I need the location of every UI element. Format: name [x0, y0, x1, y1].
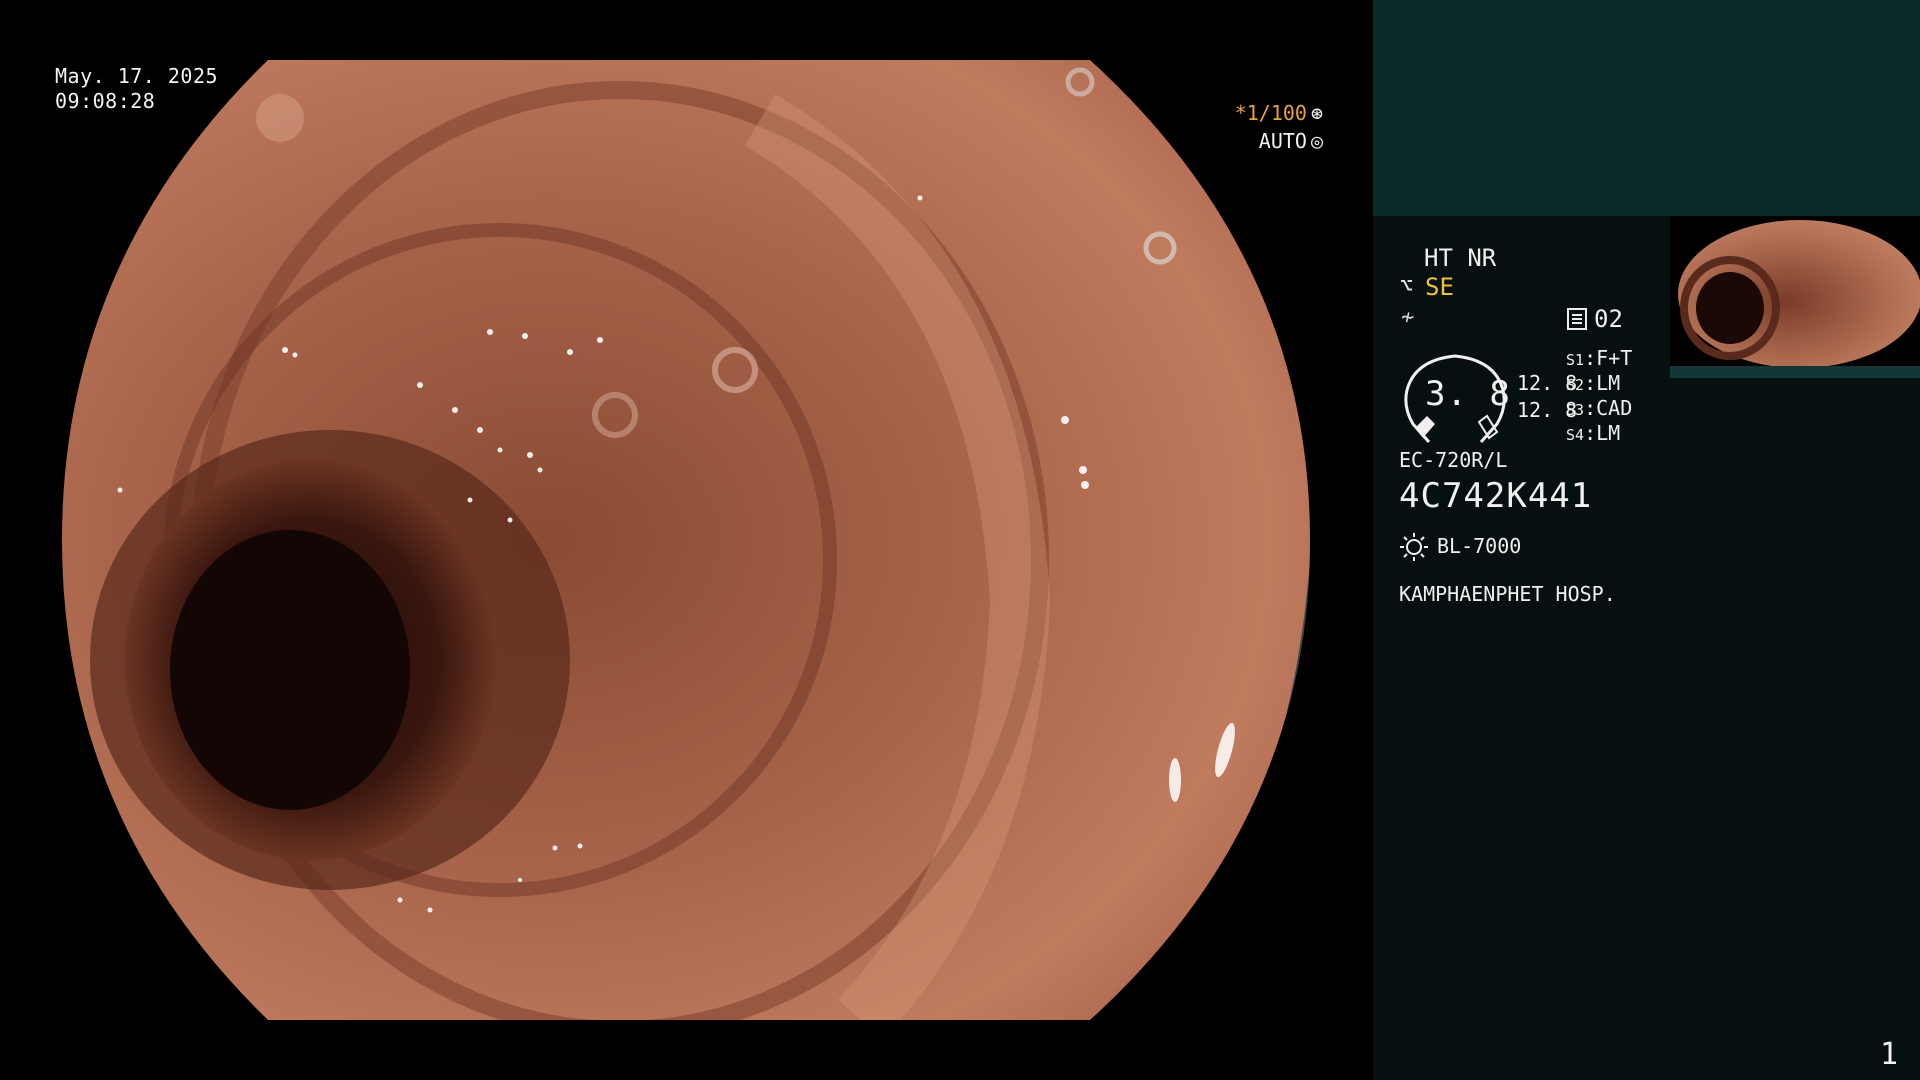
switch-row: S3:CAD — [1566, 396, 1633, 420]
page-number: 1 — [1879, 1037, 1898, 1072]
switch-row: S1:F+T — [1566, 346, 1633, 370]
light-source-icon — [1400, 533, 1428, 561]
switch-row: S4:LM — [1566, 421, 1621, 445]
aperture-icon: ⊛ — [1310, 101, 1323, 125]
shutter-speed: *1/100 — [1234, 101, 1307, 125]
enhancement-icon: ⌥ — [1400, 274, 1414, 299]
switch-value: LM — [1596, 421, 1621, 445]
switch-value: F+T — [1596, 346, 1633, 370]
settings-readout: HT NR ⌥ SE ≁ 02 3. 8 12. 8 12. 8 S1:F+T … — [1373, 216, 1920, 1080]
mode-label: HT NR — [1424, 244, 1497, 272]
thumbnail-footer — [1670, 366, 1920, 378]
gauge-value: 3. 8 — [1425, 374, 1511, 414]
date-text: May. 17. 2025 — [55, 64, 219, 88]
switch-key: S3 — [1566, 401, 1585, 419]
endoscopic-image — [62, 60, 1310, 1020]
switch-key: S1 — [1566, 351, 1585, 369]
time-text: 09:08:28 — [55, 89, 156, 113]
endoscope-view: May. 17. 2025 09:08:28 *1/100 ⊛ AUTO ◎ — [0, 0, 1373, 1080]
panel-header-block — [1373, 0, 1920, 216]
scope-model: EC-720R/L — [1399, 448, 1508, 472]
hospital-name: KAMPHAENPHET HOSP. — [1399, 582, 1616, 606]
iris-mode: AUTO — [1258, 129, 1307, 153]
light-source-model: BL-7000 — [1437, 534, 1522, 558]
image-thumbnail — [1670, 216, 1920, 366]
date-time-overlay: May. 17. 2025 09:08:28 — [55, 64, 218, 114]
auto-iris-icon: ◎ — [1310, 129, 1323, 153]
switch-value: LM — [1596, 371, 1621, 395]
memory-icon — [1567, 308, 1587, 330]
switch-key: S2 — [1566, 376, 1585, 394]
switch-row: S2:LM — [1566, 371, 1621, 395]
exposure-overlay: *1/100 ⊛ AUTO ◎ — [1235, 99, 1323, 155]
switch-key: S4 — [1566, 426, 1585, 444]
color-mode-icon: ≁ — [1401, 305, 1415, 330]
enhancement-label: SE — [1425, 273, 1454, 301]
switch-value: CAD — [1596, 396, 1633, 420]
info-panel: HT NR ⌥ SE ≁ 02 3. 8 12. 8 12. 8 S1:F+T … — [1373, 0, 1920, 1080]
scope-serial: 4C742K441 — [1399, 476, 1593, 516]
memory-number: 02 — [1594, 305, 1623, 333]
